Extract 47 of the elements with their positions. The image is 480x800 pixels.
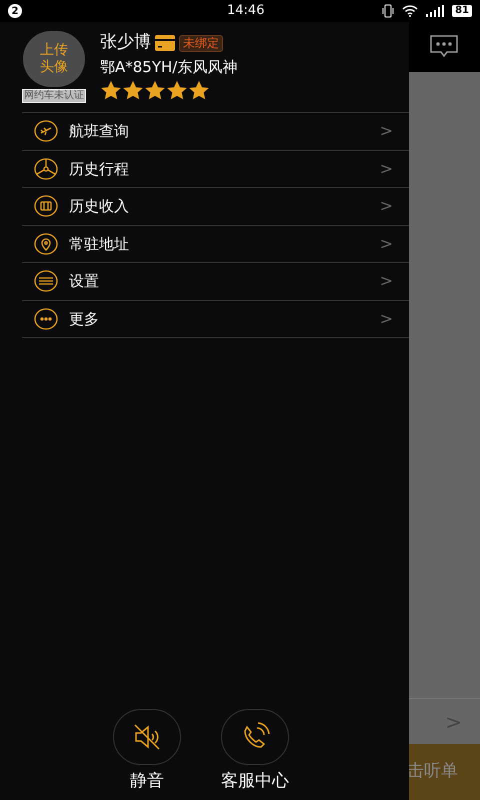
menu-item[interactable]: 更多 >	[22, 300, 409, 338]
location-pin-icon	[34, 232, 58, 256]
battery-level: 81	[452, 5, 472, 17]
unbound-badge: 未绑定	[179, 34, 223, 52]
menu-item[interactable]: 历史行程 >	[22, 150, 409, 188]
wifi-icon	[402, 5, 418, 17]
briefcase-icon	[34, 194, 58, 218]
action-label: 静音	[130, 770, 164, 792]
chevron-label: >	[380, 158, 393, 180]
action-label: 客服中心	[221, 770, 289, 792]
star-icon	[166, 80, 188, 100]
upload-avatar-button[interactable]: 上传头像	[23, 31, 85, 87]
chevron-label: >	[380, 308, 393, 330]
chevron-label: >	[380, 195, 393, 218]
chevron-label: >	[380, 270, 393, 292]
star-icon	[100, 80, 122, 100]
menu-item[interactable]: 历史收入 >	[22, 188, 409, 226]
more-icon	[34, 306, 58, 331]
vehicle-info: 鄂A*85YH/东风风神	[100, 57, 238, 78]
menu-label: 常驻地址	[69, 234, 129, 254]
vibrate-icon	[382, 4, 394, 18]
menu-label: 设置	[69, 271, 99, 292]
star-icon	[122, 80, 144, 100]
action-button[interactable]	[221, 708, 289, 764]
chat-icon[interactable]	[429, 34, 459, 60]
signal-icon	[426, 5, 444, 17]
certification-label: 网约车未认证	[22, 89, 86, 103]
settings-icon	[34, 269, 58, 294]
menu-label: 更多	[69, 308, 99, 330]
chevron-label: >	[445, 708, 462, 736]
notification-count: 2	[8, 4, 22, 18]
menu-item[interactable]: 设置 >	[22, 263, 409, 300]
status-time: 14:46	[227, 2, 264, 20]
chevron-label: >	[380, 120, 393, 142]
chevron-label: >	[380, 232, 393, 255]
menu-label: 历史收入	[69, 196, 129, 217]
star-icon	[188, 80, 210, 100]
driver-name: 张少博	[100, 31, 151, 54]
card-icon	[155, 35, 175, 51]
menu-label: 航班查询	[69, 121, 129, 142]
steering-wheel-icon	[34, 156, 58, 181]
airplane-icon	[34, 119, 58, 144]
action-button[interactable]	[113, 708, 181, 764]
menu-item[interactable]: 航班查询 >	[22, 113, 409, 150]
star-icon	[144, 80, 166, 100]
menu-item[interactable]: 常驻地址 >	[22, 226, 409, 263]
menu-label: 历史行程	[69, 158, 129, 180]
